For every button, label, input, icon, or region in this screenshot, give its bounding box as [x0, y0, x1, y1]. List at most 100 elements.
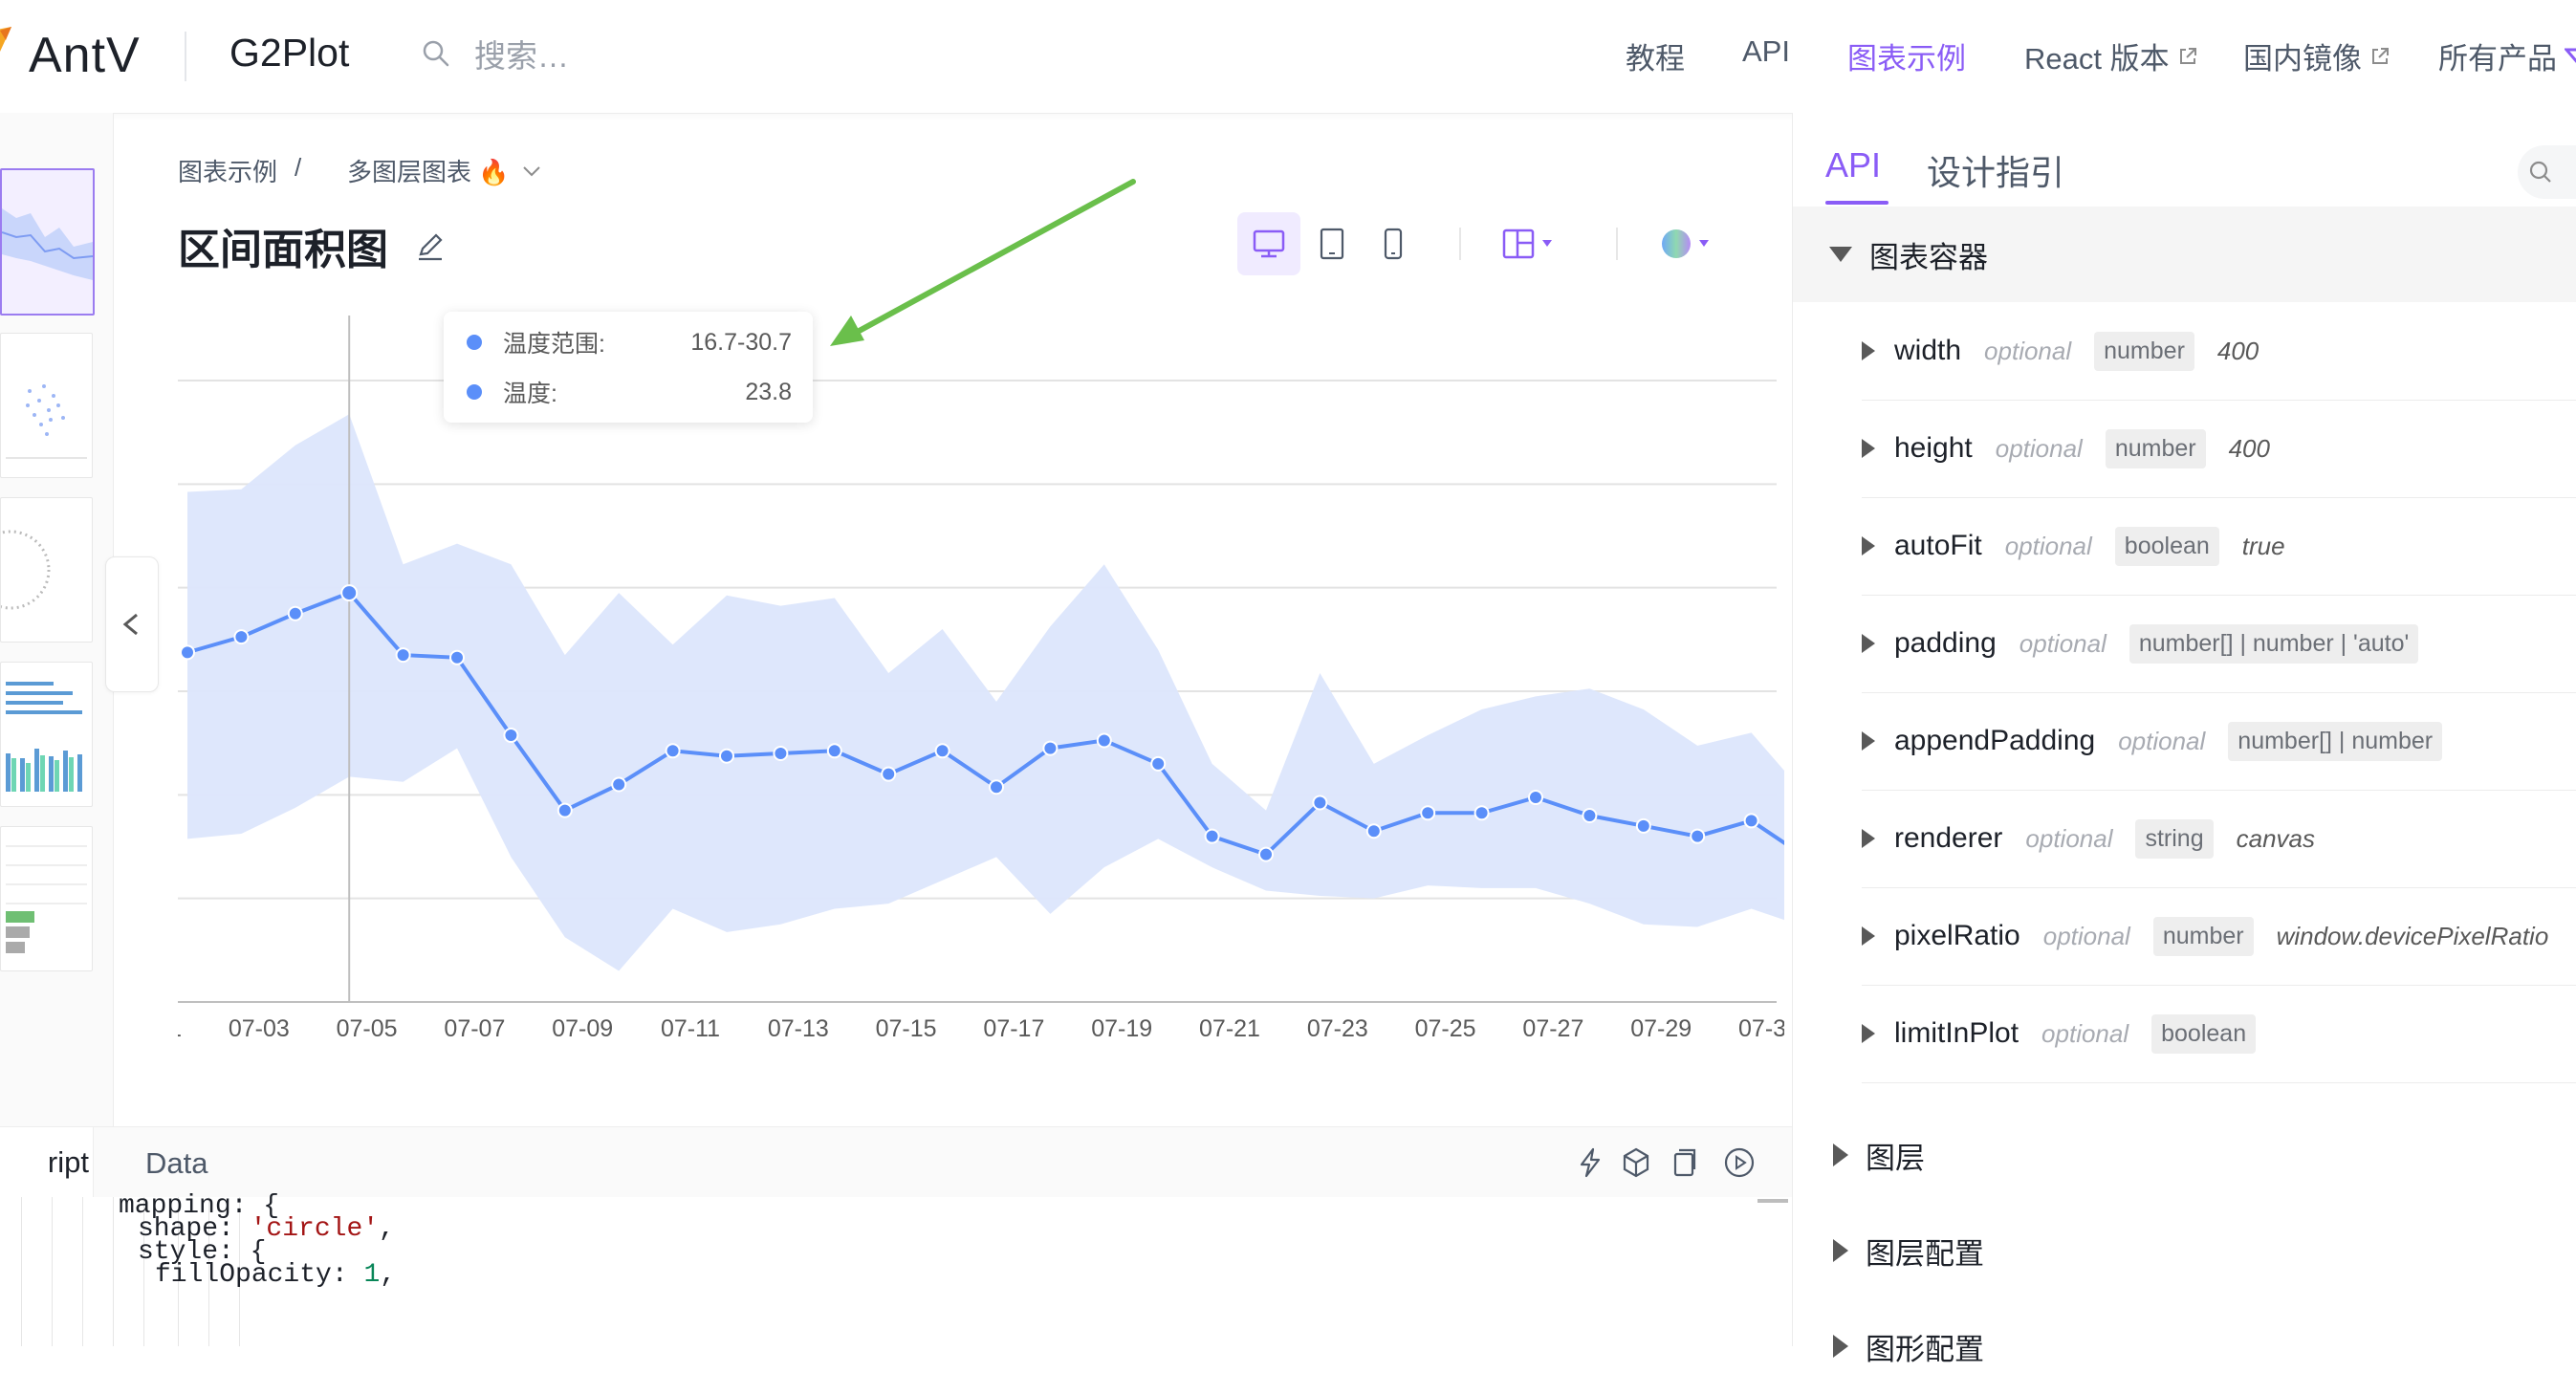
nav-item-tutorial[interactable]: 教程	[1626, 34, 1685, 77]
data-point[interactable]	[719, 748, 734, 764]
prop-name: limitInPlot	[1894, 1017, 2019, 1049]
x-axis-tick-label: 07-07	[444, 1015, 505, 1042]
search-input[interactable]	[472, 33, 725, 80]
data-point[interactable]	[287, 605, 303, 621]
data-point[interactable]	[1258, 846, 1274, 862]
edit-icon[interactable]	[413, 229, 448, 264]
nav-item-mirror[interactable]: 国内镜像	[2243, 34, 2390, 77]
code-editor[interactable]: mapping: {shape: 'circle', style: {fillOp…	[0, 1191, 1792, 1346]
data-point[interactable]	[395, 647, 411, 664]
copy-icon[interactable]	[1668, 1146, 1700, 1179]
data-point[interactable]	[180, 644, 195, 661]
nav-item-all-products[interactable]: 所有产品	[2438, 34, 2576, 77]
example-thumbnail-bar-column[interactable]	[0, 662, 93, 807]
data-point[interactable]	[1690, 828, 1706, 844]
code-line: fillOpacity: 1,	[155, 1260, 396, 1298]
data-point[interactable]	[1528, 790, 1543, 806]
api-docs-panel: API 设计指引 图表容器 width optional number 400 heig…	[1792, 113, 2576, 1394]
nav-item-label: 教程	[1626, 42, 1685, 76]
prop-row-limitInPlot[interactable]: limitInPlot optional boolean	[1862, 985, 2576, 1083]
data-point[interactable]	[881, 766, 897, 782]
data-point[interactable]	[665, 743, 681, 759]
brand-logo-text[interactable]: AntV	[29, 27, 141, 84]
data-point[interactable]	[826, 743, 842, 759]
data-point[interactable]	[1582, 808, 1598, 823]
collapse-sidebar-button[interactable]	[105, 556, 159, 692]
tablet-view-button[interactable]	[1300, 212, 1364, 275]
section-layer-config[interactable]: 图层配置	[1793, 1203, 2576, 1298]
nav-item-api[interactable]: API	[1742, 34, 1790, 69]
data-point[interactable]	[1312, 795, 1328, 811]
data-point[interactable]	[934, 743, 950, 759]
thumbnail-preview	[1, 530, 51, 610]
example-thumbnail-scatter[interactable]	[0, 333, 93, 478]
codesandbox-icon[interactable]	[1620, 1146, 1652, 1179]
breadcrumb-root[interactable]: 图表示例	[178, 153, 277, 188]
lightning-icon[interactable]	[1574, 1146, 1606, 1179]
data-point[interactable]	[1096, 732, 1112, 749]
docs-search-input[interactable]	[2518, 145, 2576, 199]
tab-data[interactable]: Data	[145, 1146, 207, 1181]
example-thumbnail-bullet[interactable]	[0, 826, 93, 971]
data-point[interactable]	[233, 629, 250, 645]
section-layers[interactable]: 图层	[1793, 1107, 2576, 1203]
product-name[interactable]: G2Plot	[229, 31, 349, 76]
prop-row-autoFit[interactable]: autoFit optional boolean true	[1862, 497, 2576, 596]
example-thumbnail-radial[interactable]	[0, 497, 93, 643]
data-point[interactable]	[1150, 755, 1167, 772]
data-point[interactable]	[1365, 823, 1382, 839]
prop-row-renderer[interactable]: renderer optional string canvas	[1862, 790, 2576, 888]
data-point[interactable]	[773, 746, 789, 761]
theme-dropdown[interactable]	[1647, 212, 1733, 275]
nav-item-react-version[interactable]: React 版本	[2024, 34, 2198, 77]
caret-down-icon	[1829, 247, 1852, 262]
data-point[interactable]	[1042, 740, 1059, 756]
data-point[interactable]	[1635, 817, 1651, 834]
data-point[interactable]	[1420, 805, 1436, 821]
section-geometry-config[interactable]: 图形配置	[1793, 1298, 2576, 1394]
tab-design-guide[interactable]: 设计指引	[1927, 145, 2064, 195]
prop-optional: optional	[2019, 628, 2107, 658]
prop-row-height[interactable]: height optional number 400	[1862, 400, 2576, 498]
x-axis-tick-label: 07-31	[1738, 1015, 1784, 1042]
data-point[interactable]	[1743, 813, 1759, 829]
caret-right-icon	[1833, 1239, 1848, 1262]
code-token: 'circle'	[250, 1214, 380, 1244]
chart-tooltip: 温度范围: 16.7-30.7 温度: 23.8	[444, 312, 813, 423]
prop-row-width[interactable]: width optional number 400	[1862, 302, 2576, 401]
tooltip-row-temp: 温度: 23.8	[467, 373, 792, 411]
nav-item-label: 国内镜像	[2243, 42, 2362, 76]
data-point[interactable]	[449, 649, 465, 665]
example-thumbnail-range-area[interactable]	[0, 168, 95, 316]
data-point[interactable]	[989, 779, 1004, 795]
x-axis-tick-label: 07-11	[661, 1015, 720, 1042]
data-point[interactable]	[1204, 828, 1220, 844]
tab-api[interactable]: API	[1825, 145, 1881, 185]
code-token: fillOpacity:	[155, 1260, 364, 1290]
desktop-view-button[interactable]	[1237, 212, 1300, 275]
prop-row-pixelRatio[interactable]: pixelRatio optional number window.devicePix…	[1862, 887, 2576, 986]
range-area-chart[interactable]: 8121620242832 07-0107-0307-0507-0707-090…	[178, 316, 1784, 1090]
data-point[interactable]	[557, 802, 573, 818]
data-point[interactable]	[340, 584, 359, 602]
editor-scrollbar[interactable]	[1757, 1199, 1788, 1203]
prop-default: 400	[2216, 336, 2259, 365]
data-point[interactable]	[1474, 805, 1490, 821]
nav-item-examples[interactable]: 图表示例	[1847, 34, 1966, 77]
prop-row-padding[interactable]: padding optional number[] | number | 'auto…	[1862, 595, 2576, 693]
section-chart-container[interactable]: 图表容器	[1793, 207, 2576, 302]
mobile-view-button[interactable]	[1362, 212, 1425, 275]
data-point[interactable]	[611, 776, 627, 793]
nav-item-label: API	[1742, 34, 1790, 68]
layout-dropdown[interactable]	[1490, 212, 1576, 275]
tab-script[interactable]: ript	[0, 1127, 94, 1198]
play-icon[interactable]	[1723, 1146, 1756, 1179]
desktop-icon	[1253, 229, 1285, 258]
prop-default: window.devicePixelRatio	[2276, 921, 2549, 950]
prop-name: autoFit	[1894, 530, 1982, 561]
breadcrumb-current[interactable]: 多图层图表 🔥	[347, 153, 542, 188]
indent-guide	[21, 1197, 22, 1346]
data-point[interactable]	[503, 728, 519, 744]
section-label: 图表容器	[1869, 240, 1988, 274]
prop-row-appendPadding[interactable]: appendPadding optional number[] | number	[1862, 692, 2576, 791]
